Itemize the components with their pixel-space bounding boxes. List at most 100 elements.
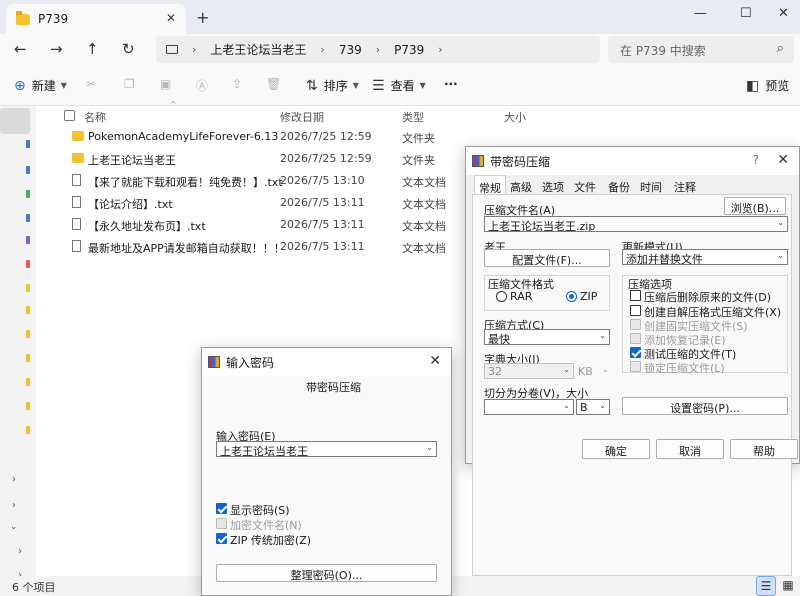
tab-backup[interactable]: 备份 [608,175,630,195]
close-icon[interactable]: ✕ [777,152,789,168]
tab-time[interactable]: 时间 [640,175,662,195]
chevron-down-icon: ▼ [419,81,426,90]
password-dialog-subtitle: 带密码压缩 [306,381,361,394]
help-button[interactable]: 帮助 [730,439,798,459]
tab-comment[interactable]: 注释 [674,175,696,195]
nav-item-icon[interactable] [26,166,30,174]
delete-after-checkbox[interactable] [630,290,641,301]
copy-icon: ❐ [124,77,135,91]
close-window-icon[interactable]: ✕ [778,6,789,21]
password-input[interactable]: 上老王论坛当老王 ⌄ [216,441,437,457]
nav-item-icon[interactable] [26,260,30,268]
column-header-date[interactable]: 修改日期 [280,106,324,126]
chevron-down-icon[interactable]: ⌄ [10,522,18,532]
encrypt-names-checkbox[interactable] [216,518,227,529]
tab-advanced[interactable]: 高级 [510,175,532,195]
rename-button[interactable]: Ⓐ [196,77,208,94]
copy-button[interactable]: ❐ [124,77,135,91]
profiles-button[interactable]: 配置文件(F)... [484,249,610,267]
minimize-icon[interactable]: — [694,6,707,21]
nav-item-icon[interactable] [26,378,30,386]
method-select[interactable]: 最快 ⌄ [484,329,610,345]
nav-item-icon[interactable] [26,236,30,244]
breadcrumb-3[interactable]: P739 [394,43,424,57]
share-button[interactable]: ⇪ [232,77,242,91]
nav-selected-item[interactable] [0,108,30,134]
recovery-record-checkbox[interactable] [630,333,641,344]
archive-name-field[interactable]: 上老王论坛当老王.zip ⌄ [484,216,788,232]
nav-item-icon[interactable] [26,140,30,148]
sfx-checkbox[interactable] [630,305,641,316]
help-icon[interactable]: ? [753,153,759,167]
set-password-button[interactable]: 设置密码(P)... [622,397,788,415]
delete-button[interactable]: 🗑 [266,77,281,91]
tab-options[interactable]: 选项 [542,175,564,195]
chevron-right-icon[interactable]: › [18,546,22,557]
refresh-icon[interactable]: ↻ [122,40,135,58]
command-bar: ⊕ 新建 ▼ ✂ ❐ ▣ Ⓐ ⇪ 🗑 ⇅ 排序 ▼ ☰ 查看 ▼ ··· ◧ 预… [0,64,800,106]
select-all-checkbox[interactable] [64,110,75,121]
view-icon: ☰ [372,77,385,94]
computer-icon [166,45,178,54]
nav-item-icon[interactable] [26,354,30,362]
more-button[interactable]: ··· [444,77,458,91]
details-view-icon[interactable]: ☰ [756,576,776,596]
paste-button[interactable]: ▣ [160,77,171,91]
folder-icon [16,10,30,25]
forward-icon[interactable]: → [50,40,63,58]
nav-item-icon[interactable] [26,426,30,434]
split-unit-select[interactable]: B ⌄ [576,399,610,415]
new-tab-icon[interactable]: + [196,8,209,27]
chevron-right-icon[interactable]: › [12,474,16,485]
search-input[interactable]: 在 P739 中搜索 ⌕ [608,36,794,63]
breadcrumb-1[interactable]: 上老王论坛当老王 [210,41,306,58]
column-header-size[interactable]: 大小 [504,106,526,126]
file-date: 2026/7/5 13:10 [280,174,365,187]
close-icon[interactable]: ✕ [429,353,441,369]
rename-icon: Ⓐ [196,79,209,93]
nav-item-icon[interactable] [26,214,30,222]
test-files-checkbox[interactable] [630,347,641,358]
cut-button[interactable]: ✂ [86,77,96,91]
password-value: 上老王论坛当老王 [220,445,308,457]
browse-button[interactable]: 浏览(B)... [724,197,786,215]
chevron-down-icon[interactable]: ⌄ [602,365,609,374]
option-label: 锁定压缩文件(L) [644,362,725,375]
preview-button[interactable]: ◧ 预览 [746,77,789,94]
solid-checkbox[interactable] [630,319,641,330]
tab-files[interactable]: 文件 [574,175,596,195]
nav-item-icon[interactable] [26,330,30,338]
chevron-right-icon[interactable]: › [12,500,16,511]
tiles-view-icon[interactable]: ▦ [778,576,798,596]
organize-passwords-button[interactable]: 整理密码(O)... [216,564,437,582]
column-header-type[interactable]: 类型 [402,106,424,126]
address-bar[interactable]: › 上老王论坛当老王 › 739 › P739 › [156,36,600,63]
dict-size-select[interactable]: 32 ⌄ [484,363,574,379]
lock-archive-checkbox[interactable] [630,361,641,372]
ok-button[interactable]: 确定 [582,439,650,459]
update-mode-select[interactable]: 添加并替换文件 ⌄ [622,249,788,265]
split-size-select[interactable]: ⌄ [484,399,574,415]
password-dialog-title: 输入密码 [226,356,275,370]
tab-p739[interactable]: P739 ✕ [6,4,186,34]
tab-general[interactable]: 常规 [474,175,506,195]
nav-item-icon[interactable] [26,284,30,292]
nav-item-icon[interactable] [26,306,30,314]
nav-item-icon[interactable] [26,402,30,410]
back-icon[interactable]: ← [14,40,27,58]
sort-button[interactable]: ⇅ 排序 ▼ [306,77,359,94]
view-button[interactable]: ☰ 查看 ▼ [372,77,426,94]
maximize-icon[interactable]: ☐ [740,6,752,21]
close-tab-icon[interactable]: ✕ [166,11,176,25]
show-password-checkbox[interactable] [216,503,227,514]
nav-item-icon[interactable] [26,190,30,198]
cancel-button[interactable]: 取消 [656,439,724,459]
breadcrumb-2[interactable]: 739 [339,43,362,57]
up-icon[interactable]: ↑ [86,40,99,58]
radio-rar[interactable] [496,291,507,302]
file-row[interactable]: PokemonAcademyLifeForever-6.13.2026... 2… [36,126,800,148]
zip-legacy-checkbox[interactable] [216,533,227,544]
column-header-name[interactable]: 名称 [84,106,106,126]
new-button[interactable]: ⊕ 新建 ▼ [14,77,67,94]
radio-zip[interactable] [566,291,577,302]
